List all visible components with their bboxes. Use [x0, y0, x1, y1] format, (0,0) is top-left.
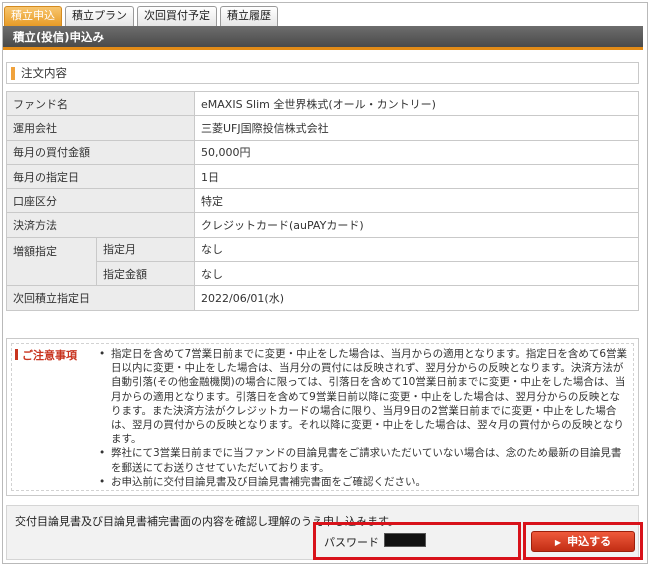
- password-label: パスワード: [324, 536, 379, 549]
- next-date-label: 次回積立指定日: [6, 285, 195, 311]
- table-row: 毎月の指定日 1日: [6, 163, 639, 190]
- table-row: 指定金額 なし: [7, 261, 639, 287]
- notes-title-text: ご注意事項: [22, 349, 77, 362]
- increase-month-value: なし: [194, 236, 639, 263]
- increase-month-label: 指定月: [96, 236, 195, 263]
- list-item: 弊社にて3営業日前までに当ファンドの目論見書をご請求いただいていない場合は、念の…: [99, 446, 629, 474]
- day-label: 毎月の指定日: [6, 163, 195, 190]
- tab-tsumitate-apply[interactable]: 積立申込: [4, 6, 62, 26]
- table-row: 次回積立指定日 2022/06/01(水): [6, 285, 639, 311]
- submit-area: ▶ 申込する: [523, 522, 643, 560]
- section-marker-icon: [11, 67, 15, 80]
- password-input[interactable]: [384, 533, 426, 547]
- amount-value: 50,000円: [194, 139, 639, 165]
- payment-value: クレジットカード(auPAYカード): [194, 212, 639, 238]
- table-row: 決済方法 クレジットカード(auPAYカード): [6, 212, 639, 238]
- section-header: 注文内容: [6, 62, 639, 84]
- password-area: パスワード: [313, 522, 521, 560]
- increase-label: 増額指定: [6, 236, 97, 287]
- day-value: 1日: [194, 163, 639, 190]
- list-item: お申込前に交付目論見書及び目論見書補完書面をご確認ください。: [99, 475, 629, 489]
- notes-panel: ご注意事項 指定日を含めて7営業日前までに変更・中止をした場合は、当月からの適用…: [6, 338, 639, 496]
- order-table: ファンド名 eMAXIS Slim 全世界株式(オール・カントリー) 運用会社 …: [6, 90, 639, 311]
- submit-label: 申込する: [567, 535, 612, 548]
- section-title: 注文内容: [21, 66, 67, 80]
- notes-title: ご注意事項: [15, 347, 77, 363]
- notes-list: 指定日を含めて7営業日前までに変更・中止をした場合は、当月からの適用となります。…: [99, 347, 629, 489]
- company-value: 三菱UFJ国際投信株式会社: [194, 115, 639, 141]
- tab-bar: 積立申込 積立プラン 次回買付予定 積立履歴: [4, 6, 281, 26]
- payment-label: 決済方法: [6, 212, 195, 238]
- table-row: 運用会社 三菱UFJ国際投信株式会社: [6, 115, 639, 141]
- company-label: 運用会社: [6, 115, 195, 141]
- list-item: 指定日を含めて7営業日前までに変更・中止をした場合は、当月からの適用となります。…: [99, 347, 629, 446]
- notes-marker-icon: [15, 349, 18, 360]
- fund-name-label: ファンド名: [6, 90, 195, 117]
- tab-tsumitate-plan[interactable]: 積立プラン: [65, 6, 134, 26]
- tab-next-purchase[interactable]: 次回買付予定: [137, 6, 217, 26]
- account-value: 特定: [194, 188, 639, 214]
- table-row: ファンド名 eMAXIS Slim 全世界株式(オール・カントリー): [6, 90, 639, 117]
- account-label: 口座区分: [6, 188, 195, 214]
- table-row: 口座区分 特定: [6, 188, 639, 214]
- next-date-value: 2022/06/01(水): [194, 285, 639, 311]
- increase-amount-label: 指定金額: [96, 261, 195, 287]
- page-title: 積立(投信)申込み: [3, 26, 643, 50]
- table-row: 毎月の買付金額 50,000円: [6, 139, 639, 165]
- play-arrow-icon: ▶: [554, 538, 562, 547]
- tab-history[interactable]: 積立履歴: [220, 6, 278, 26]
- fund-name-value: eMAXIS Slim 全世界株式(オール・カントリー): [194, 90, 639, 117]
- increase-amount-value: なし: [194, 261, 639, 287]
- submit-button[interactable]: ▶ 申込する: [531, 531, 635, 552]
- table-row: 増額指定 指定月 なし: [6, 236, 639, 287]
- amount-label: 毎月の買付金額: [6, 139, 195, 165]
